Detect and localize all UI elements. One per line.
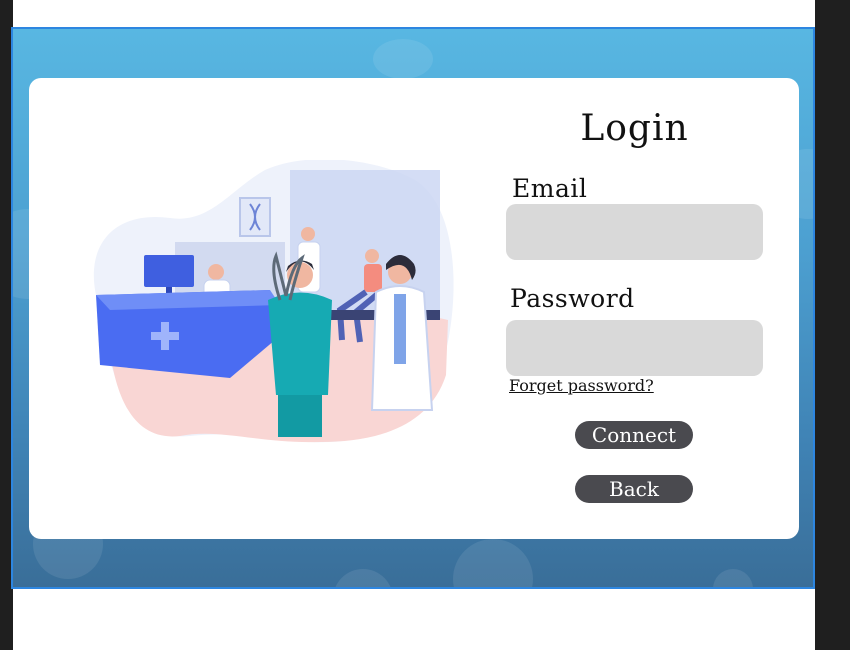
bokeh-bubble <box>333 569 393 587</box>
login-title: Login <box>580 108 689 149</box>
patient-head <box>365 249 379 263</box>
connect-button[interactable]: Connect <box>575 421 693 449</box>
nurse-legs <box>278 395 322 437</box>
email-field[interactable] <box>506 204 763 260</box>
forgot-password-link[interactable]: Forget password? <box>509 376 654 395</box>
bokeh-bubble <box>453 539 533 587</box>
plus-icon-horizontal <box>151 332 179 340</box>
clinic-reception-illustration <box>93 160 454 443</box>
back-button[interactable]: Back <box>575 475 693 503</box>
password-field[interactable] <box>506 320 763 376</box>
password-label: Password <box>510 284 635 313</box>
doctor-woman-shirt <box>394 294 406 364</box>
bokeh-bubble <box>713 569 753 587</box>
bokeh-bubble <box>373 39 433 79</box>
email-label: Email <box>512 174 588 203</box>
doctor-head <box>301 227 315 241</box>
patient-top <box>364 264 382 292</box>
receptionist-head <box>208 264 224 280</box>
nurse-body <box>268 292 332 395</box>
monitor <box>144 255 194 287</box>
